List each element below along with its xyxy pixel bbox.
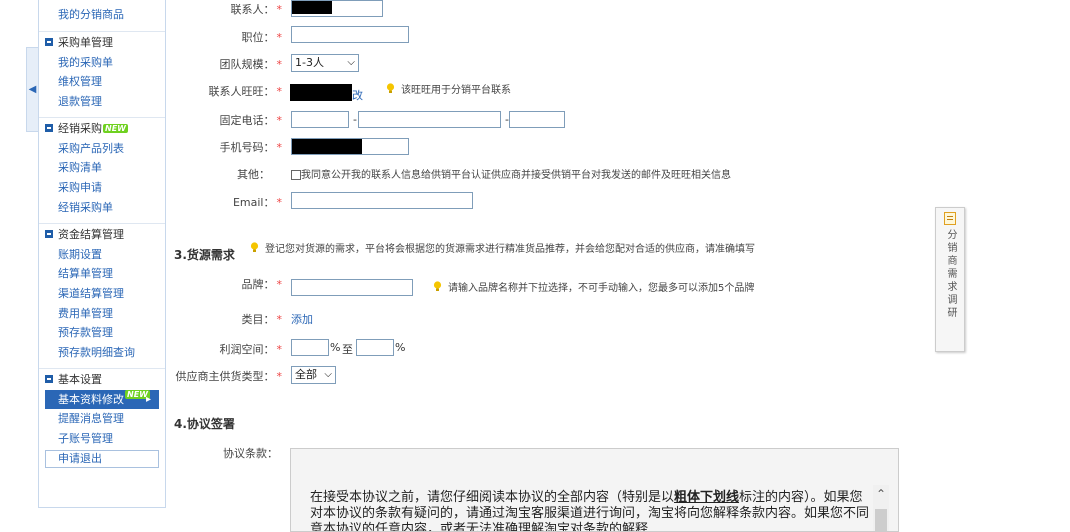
brand-tip: 请输入品牌名称并下拉选择，不可手动输入，您最多可以添加5个品牌 (433, 279, 754, 294)
email-input[interactable] (291, 192, 473, 209)
collapse-icon (45, 375, 53, 384)
sidebar-item-channel-settlement[interactable]: 渠道结算管理 (39, 284, 165, 304)
percent-sign: % (395, 341, 406, 354)
sidebar-group-label: 经销采购 (58, 122, 102, 136)
sidebar-item-sub-accounts[interactable]: 子账号管理 (39, 429, 165, 449)
supplier-type-value: 全部 (295, 368, 317, 381)
collapse-icon (45, 38, 53, 47)
team-size-label: 团队规模： * (219, 58, 283, 71)
section-title-supply: 3.货源需求 (174, 248, 235, 262)
supplier-type-select[interactable]: 全部 ⌵ (291, 366, 336, 384)
bold-underline-text: 粗体下划线 (674, 490, 740, 505)
mobile-label: 手机号码： * (219, 141, 283, 154)
contact-label: 联系人： * (230, 3, 283, 16)
lightbulb-icon (250, 242, 259, 252)
sidebar: 我的分销商品 采购单管理 我的采购单 维权管理 退款管理 经销采购 NEW 采购… (38, 0, 166, 508)
team-size-value: 1-3人 (295, 56, 324, 69)
sidebar-group-label: 资金结算管理 (58, 228, 124, 241)
landline-label: 固定电话： * (219, 114, 283, 127)
sidebar-item-distribution-order[interactable]: 经销采购单 (39, 198, 165, 218)
position-label: 职位： * (241, 31, 283, 44)
agreement-textbox[interactable]: 在接受本协议之前，请您仔细阅读本协议的全部内容（特别是以粗体下划线标注的内容）。… (290, 448, 899, 532)
redacted-block (292, 139, 362, 154)
sidebar-item-rights-management[interactable]: 维权管理 (39, 72, 165, 92)
supplier-type-label: 供应商主供货类型： * (175, 370, 283, 383)
position-input[interactable] (291, 26, 409, 43)
brand-label: 品牌： * (241, 278, 283, 291)
survey-tab-label: 分销商需求调研 (945, 229, 956, 320)
sidebar-item-reminders[interactable]: 提醒消息管理 (39, 409, 165, 429)
section-title-agreement: 4.协议签署 (174, 417, 235, 431)
sidebar-item-prepaid-details[interactable]: 预存款明细查询 (39, 343, 165, 363)
agreement-text: 在接受本协议之前，请您仔细阅读本协议的全部内容（特别是以粗体下划线标注的内容）。… (310, 490, 870, 532)
profit-max-input[interactable] (356, 339, 394, 356)
collapse-icon (45, 230, 53, 238)
category-add-link[interactable]: 添加 (291, 311, 313, 327)
survey-side-tab[interactable]: 分销商需求调研 (935, 207, 965, 352)
sidebar-item-label: 基本资料修改 (58, 392, 124, 406)
consent-checkbox[interactable] (291, 170, 301, 180)
scroll-up-icon[interactable]: ⌃ (873, 487, 889, 501)
sidebar-collapse-toggle[interactable]: ◀ (26, 47, 38, 132)
email-label: Email： * (232, 196, 282, 209)
sidebar-item-apply-exit[interactable]: 申请退出 (45, 449, 159, 468)
agreement-scrollbar[interactable]: ⌃ (873, 485, 889, 531)
chevron-right-icon: ▸ (145, 393, 151, 405)
lightbulb-icon (386, 83, 395, 93)
chevron-down-icon: ⌵ (347, 57, 355, 68)
profit-min-input[interactable] (291, 339, 329, 356)
sidebar-item-my-purchase-orders[interactable]: 我的采购单 (39, 53, 165, 73)
collapse-icon (45, 124, 53, 133)
chevron-left-icon: ◀ (28, 84, 37, 95)
sidebar-item-billing-period[interactable]: 账期设置 (39, 245, 165, 265)
other-label: 其他： (237, 168, 270, 181)
sidebar-item-settlement-orders[interactable]: 结算单管理 (39, 264, 165, 284)
percent-sign: % (330, 341, 341, 354)
profit-label: 利润空间： * (219, 343, 283, 356)
sidebar-item-refund-management[interactable]: 退款管理 (39, 92, 165, 112)
survey-document-icon (944, 212, 956, 225)
range-to-text: 至 (342, 343, 353, 356)
sidebar-item-prepaid[interactable]: 预存款管理 (39, 323, 165, 343)
sidebar-item-purchase-products[interactable]: 采购产品列表 (39, 139, 165, 159)
brand-input[interactable] (291, 279, 413, 296)
category-label: 类目： * (241, 313, 283, 326)
landline-ext-input[interactable] (509, 111, 565, 128)
consent-row: 我同意公开我的联系人信息给供销平台认证供应商并接受供销平台对我发送的邮件及旺旺相… (291, 166, 731, 181)
wangwang-label: 联系人旺旺： * (208, 85, 283, 98)
supply-tip: 登记您对货源的需求，平台将会根据您的货源需求进行精准货品推荐，并会给您配对合适的… (250, 240, 755, 255)
new-badge: NEW (103, 123, 128, 133)
sidebar-group-purchase-orders[interactable]: 采购单管理 (39, 30, 165, 53)
landline-area-input[interactable] (291, 111, 349, 128)
wangwang-tip: 该旺旺用于分销平台联系 (386, 81, 511, 96)
wangwang-edit-link[interactable]: 改 (352, 87, 363, 103)
scroll-thumb[interactable] (875, 509, 887, 531)
sidebar-item-edit-profile[interactable]: 基本资料修改 NEW ▸ (45, 389, 159, 410)
team-size-select[interactable]: 1-3人 ⌵ (291, 54, 359, 72)
sidebar-group-settlement[interactable]: 资金结算管理 (39, 222, 165, 245)
chevron-down-icon: ⌵ (324, 369, 332, 380)
landline-number-input[interactable] (358, 111, 501, 128)
terms-label: 协议条款： (223, 447, 278, 460)
sidebar-item-my-products[interactable]: 我的分销商品 (39, 5, 165, 25)
redacted-block (292, 1, 332, 14)
sidebar-group-distribution-purchase[interactable]: 经销采购 NEW (39, 116, 165, 139)
sidebar-item-purchase-request[interactable]: 采购申请 (39, 178, 165, 198)
redacted-block (290, 84, 352, 101)
consent-text: 我同意公开我的联系人信息给供销平台认证供应商并接受供销平台对我发送的邮件及旺旺相… (301, 170, 731, 181)
sidebar-group-basic-settings[interactable]: 基本设置 (39, 367, 165, 390)
sidebar-group-label: 采购单管理 (58, 36, 113, 50)
lightbulb-icon (433, 281, 442, 291)
sidebar-item-fee-orders[interactable]: 费用单管理 (39, 304, 165, 324)
sidebar-item-purchase-list[interactable]: 采购清单 (39, 158, 165, 178)
sidebar-group-label: 基本设置 (58, 373, 102, 387)
separator: - (353, 113, 357, 126)
